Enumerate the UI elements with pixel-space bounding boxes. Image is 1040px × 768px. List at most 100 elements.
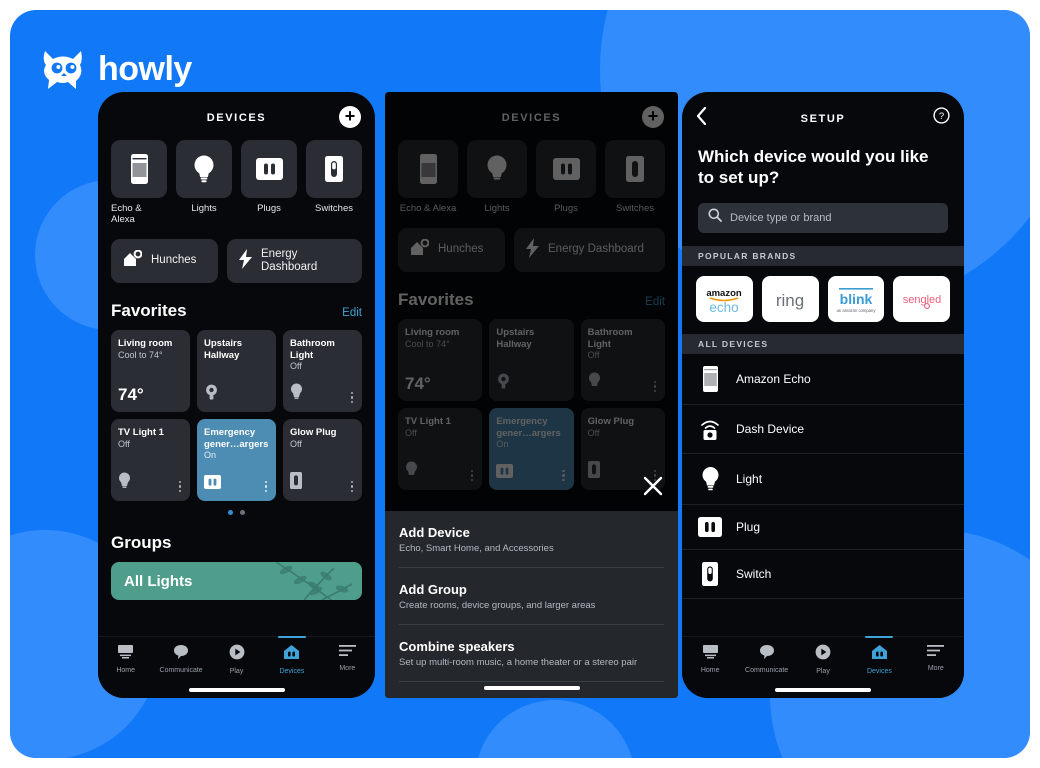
add-device-button[interactable]: + bbox=[339, 106, 361, 128]
brand-ring[interactable]: ring bbox=[761, 275, 819, 322]
svg-text:amazon: amazon bbox=[707, 288, 743, 299]
poster-canvas: howly DEVICES + Echo & Alexa Lights Plug… bbox=[10, 10, 1030, 758]
favorite-menu-button[interactable] bbox=[263, 479, 270, 495]
energy-dashboard-button[interactable]: Energy Dashboard bbox=[227, 239, 362, 283]
favorites-page-indicator[interactable] bbox=[111, 510, 362, 515]
sheet-item-add-device[interactable]: Add Device Echo, Smart Home, and Accesso… bbox=[399, 511, 664, 568]
nav-item-home[interactable]: Home bbox=[98, 639, 153, 682]
nav-item-communicate[interactable]: Communicate bbox=[738, 639, 794, 682]
all-devices-list: Amazon Echo Dash Device Light Plug Switc… bbox=[682, 354, 964, 636]
devices-house-icon bbox=[283, 644, 300, 665]
sheet-item-combine-speakers[interactable]: Combine speakers Set up multi-room music… bbox=[399, 625, 664, 682]
nav-item-communicate[interactable]: Communicate bbox=[153, 639, 208, 682]
brand-amazon-echo[interactable]: amazon echo bbox=[696, 275, 753, 322]
home-icon bbox=[702, 644, 719, 664]
svg-text:blink: blink bbox=[840, 291, 873, 307]
question-circle-icon[interactable]: ? bbox=[933, 107, 950, 129]
device-row-switch[interactable]: Switch bbox=[682, 550, 964, 599]
page-title: SETUP bbox=[800, 113, 846, 125]
category-plugs[interactable]: Plugs bbox=[241, 140, 297, 225]
favorite-card-tv-light-1[interactable]: TV Light 1 Off bbox=[111, 419, 190, 501]
wall-switch-icon bbox=[698, 561, 722, 586]
device-row-dash-device[interactable]: Dash Device bbox=[682, 405, 964, 454]
sheet-item-add-group[interactable]: Add Group Create rooms, device groups, a… bbox=[399, 568, 664, 625]
nav-label: Home bbox=[700, 667, 720, 674]
category-lights[interactable]: Lights bbox=[176, 140, 232, 225]
nav-item-play[interactable]: Play bbox=[795, 639, 851, 682]
groups-header: Groups bbox=[111, 533, 362, 553]
device-row-amazon-echo[interactable]: Amazon Echo bbox=[682, 354, 964, 405]
brand-sengled[interactable]: sengled bbox=[893, 275, 950, 322]
nav-item-devices[interactable]: Devices bbox=[851, 636, 907, 682]
home-indicator bbox=[98, 682, 375, 698]
play-circle-icon bbox=[229, 644, 245, 665]
popular-brands-row: amazon echo ring blink an amazon company bbox=[682, 266, 964, 334]
nav-item-play[interactable]: Play bbox=[209, 639, 264, 682]
brand-name: howly bbox=[98, 49, 192, 88]
sheet-item-title: Add Device bbox=[399, 525, 470, 540]
favorite-card-emergency-generator[interactable]: Emergency gener…argers On bbox=[197, 419, 276, 501]
dash-wifi-icon bbox=[698, 417, 722, 441]
category-row: Echo & Alexa Lights Plugs Switches bbox=[111, 140, 362, 225]
search-icon bbox=[708, 208, 722, 227]
favorites-grid: Living room Cool to 74° 74° Upstairs Hal… bbox=[111, 330, 362, 501]
favorite-menu-button[interactable] bbox=[349, 479, 356, 495]
svg-text:sengled: sengled bbox=[902, 294, 941, 306]
favorite-state: Off bbox=[118, 438, 130, 449]
close-x-icon[interactable] bbox=[642, 475, 664, 502]
brand-blink[interactable]: blink an amazon company bbox=[827, 275, 885, 322]
favorite-state: Cool to 74° bbox=[118, 349, 163, 360]
active-tab-indicator bbox=[865, 636, 894, 638]
favorite-card-upstairs-hallway[interactable]: Upstairs Hallway bbox=[197, 330, 276, 412]
favorite-menu-button[interactable] bbox=[177, 479, 184, 495]
wall-switch-icon bbox=[306, 140, 362, 198]
nav-item-more[interactable]: More bbox=[320, 639, 375, 682]
phone-screen-devices: DEVICES + Echo & Alexa Lights Plugs Swit… bbox=[98, 92, 375, 698]
hunches-button[interactable]: Hunches bbox=[111, 239, 218, 283]
chevron-left-icon[interactable] bbox=[696, 106, 707, 130]
chat-bubble-icon bbox=[759, 644, 775, 664]
nav-item-home[interactable]: Home bbox=[682, 639, 738, 682]
category-label: Echo & Alexa bbox=[111, 203, 142, 225]
favorite-card-living-room[interactable]: Living room Cool to 74° 74° bbox=[111, 330, 190, 412]
favorite-state: Off bbox=[290, 438, 302, 449]
nav-label: More bbox=[339, 665, 356, 672]
device-label: Plug bbox=[736, 519, 761, 534]
sheet-item-subtitle: Echo, Smart Home, and Accessories bbox=[399, 543, 554, 554]
nav-label: Communicate bbox=[745, 667, 789, 674]
plug-outlet-icon bbox=[241, 140, 297, 198]
page-title: DEVICES bbox=[206, 112, 267, 124]
favorites-header: Favorites Edit bbox=[111, 301, 362, 321]
hamburger-menu-icon bbox=[927, 644, 945, 662]
nav-label: Devices bbox=[279, 668, 305, 675]
home-icon bbox=[117, 644, 134, 664]
category-echo-alexa[interactable]: Echo & Alexa bbox=[111, 140, 167, 225]
nav-item-more[interactable]: More bbox=[908, 639, 964, 682]
category-label: Switches bbox=[314, 203, 353, 214]
setup-header: SETUP ? bbox=[682, 92, 964, 138]
favorite-card-glow-plug[interactable]: Glow Plug Off bbox=[283, 419, 362, 501]
bottom-nav: Home Communicate Play Devices More bbox=[682, 636, 964, 682]
favorite-card-bathroom-light[interactable]: Bathroom Light Off bbox=[283, 330, 362, 412]
nav-label: Home bbox=[116, 667, 136, 674]
device-row-light[interactable]: Light bbox=[682, 454, 964, 505]
chat-bubble-icon bbox=[173, 644, 189, 664]
light-bulb-icon bbox=[698, 466, 722, 492]
favorite-menu-button[interactable] bbox=[349, 390, 356, 406]
phone-screen-add-sheet: DEVICES + Echo & Alexa Lights Plugs bbox=[385, 92, 678, 698]
sheet-item-subtitle: Create rooms, device groups, and larger … bbox=[399, 600, 596, 611]
nav-item-devices[interactable]: Devices bbox=[264, 636, 319, 682]
favorite-name: TV Light 1 bbox=[118, 427, 164, 438]
device-row-plug[interactable]: Plug bbox=[682, 505, 964, 550]
leaf-decoration-icon bbox=[264, 562, 356, 600]
owl-mascot-icon bbox=[40, 48, 86, 90]
group-card-all-lights[interactable]: All Lights bbox=[111, 562, 362, 600]
category-label: Plugs bbox=[257, 203, 281, 214]
search-placeholder: Device type or brand bbox=[730, 211, 832, 224]
category-switches[interactable]: Switches bbox=[306, 140, 362, 225]
search-input[interactable]: Device type or brand bbox=[698, 202, 948, 233]
device-label: Light bbox=[736, 471, 763, 486]
nav-label: Play bbox=[816, 668, 830, 675]
light-bulb-icon bbox=[290, 383, 303, 405]
favorites-edit-link[interactable]: Edit bbox=[342, 307, 362, 319]
